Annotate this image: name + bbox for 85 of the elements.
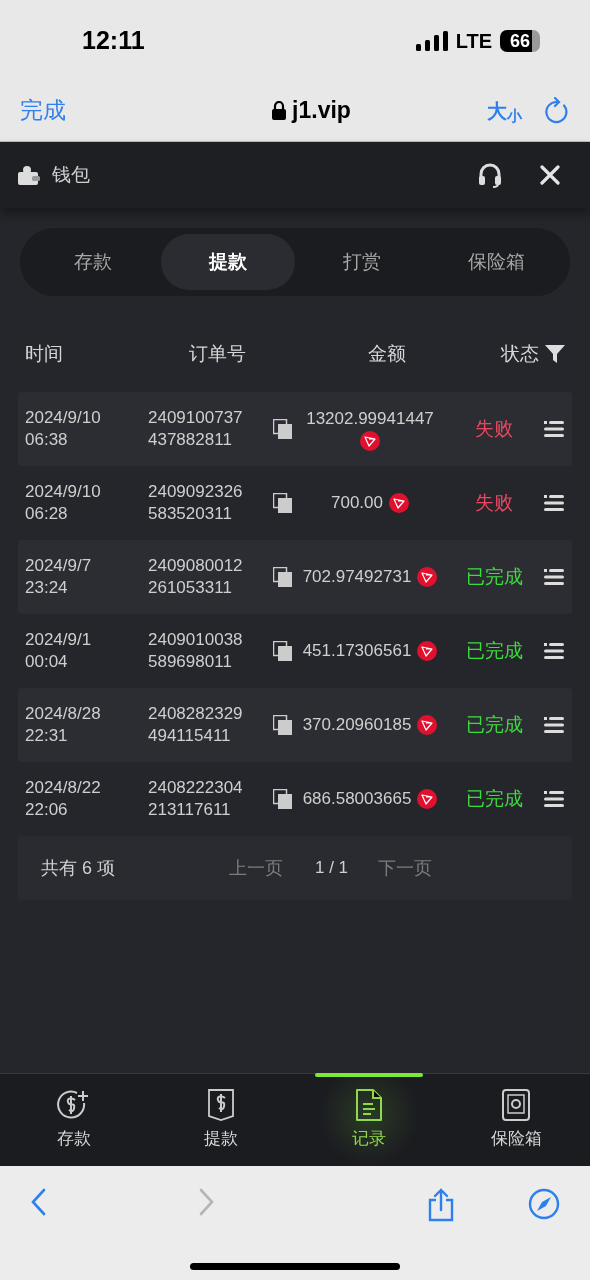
token-icon bbox=[389, 493, 409, 513]
compass-icon[interactable] bbox=[527, 1188, 560, 1220]
column-header: 订单号 bbox=[188, 341, 247, 366]
date-text: 2024/9/1 bbox=[25, 629, 93, 651]
time-text: 22:06 bbox=[25, 799, 69, 821]
copy-icon[interactable] bbox=[273, 493, 292, 513]
date-text: 2024/8/28 bbox=[25, 703, 102, 725]
filter-icon[interactable] bbox=[545, 345, 565, 363]
nav-tab[interactable]: 保险箱 bbox=[442, 1074, 590, 1166]
battery-indicator: 66 bbox=[500, 30, 540, 52]
tab[interactable]: 保险箱 bbox=[429, 234, 564, 290]
nav-icon bbox=[502, 1088, 531, 1122]
signal-icon bbox=[415, 31, 448, 51]
tab[interactable]: 存款 bbox=[26, 234, 161, 290]
list-menu-icon[interactable] bbox=[544, 569, 564, 585]
list-menu-icon[interactable] bbox=[544, 717, 564, 733]
order-number-text: 2409010038 bbox=[148, 629, 244, 651]
date-text: 2024/9/10 bbox=[25, 407, 102, 429]
amount-text: 702.97492731 bbox=[302, 566, 412, 588]
token-icon bbox=[360, 430, 380, 451]
status-text: 失败 bbox=[474, 490, 514, 515]
page-indicator: 1 / 1 bbox=[315, 857, 349, 880]
order-number-text: 213117611 bbox=[148, 799, 232, 821]
date-text: 2024/9/10 bbox=[25, 481, 102, 503]
amount-text: 13202.99941447 bbox=[306, 407, 434, 430]
nav-tab[interactable]: 存款 bbox=[0, 1074, 148, 1166]
amount-text: 700.00 bbox=[331, 492, 383, 514]
copy-icon[interactable] bbox=[273, 715, 292, 735]
wallet-title: 钱包 bbox=[52, 162, 90, 187]
copy-icon[interactable] bbox=[273, 567, 292, 587]
status-text: 已完成 bbox=[464, 712, 524, 737]
clock-time: 12:11 bbox=[82, 25, 145, 57]
amount-text: 686.58003665 bbox=[302, 788, 412, 810]
headset-icon[interactable] bbox=[478, 162, 502, 188]
token-icon bbox=[417, 567, 438, 587]
back-icon[interactable] bbox=[30, 1188, 46, 1216]
reload-icon[interactable] bbox=[544, 96, 570, 125]
amount-text: 451.17306561 bbox=[302, 640, 412, 662]
time-text: 06:28 bbox=[25, 503, 69, 525]
copy-icon[interactable] bbox=[273, 419, 292, 439]
copy-icon[interactable] bbox=[273, 789, 292, 809]
token-icon bbox=[417, 789, 438, 809]
order-number-text: 437882811 bbox=[148, 429, 233, 451]
order-number-text: 2409080012 bbox=[148, 555, 244, 577]
order-number-text: 261053311 bbox=[148, 577, 233, 599]
order-number-text: 2408282329 bbox=[148, 703, 244, 725]
order-number-text: 2409100737 bbox=[148, 407, 244, 429]
column-header: 金额 bbox=[367, 341, 407, 366]
time-text: 06:38 bbox=[25, 429, 69, 451]
tab[interactable]: 提款 bbox=[160, 234, 295, 290]
tab[interactable]: 打赏 bbox=[295, 234, 430, 290]
url-text[interactable]: j1.vip bbox=[292, 93, 351, 128]
date-text: 2024/9/7 bbox=[25, 555, 93, 577]
total-count: 共有 6 项 bbox=[41, 856, 116, 880]
status-text: 已完成 bbox=[464, 564, 524, 589]
close-icon[interactable] bbox=[540, 165, 560, 185]
status-text: 失败 bbox=[474, 416, 514, 441]
nav-tab[interactable]: 提款 bbox=[147, 1074, 295, 1166]
order-number-text: 2408222304 bbox=[148, 777, 244, 799]
order-number-text: 589698011 bbox=[148, 651, 233, 673]
list-menu-icon[interactable] bbox=[544, 791, 564, 807]
list-menu-icon[interactable] bbox=[544, 643, 564, 659]
column-header: 时间 bbox=[25, 341, 64, 366]
share-icon[interactable] bbox=[427, 1188, 456, 1222]
amount-text: 370.20960185 bbox=[302, 714, 412, 736]
token-icon bbox=[417, 715, 438, 735]
time-text: 00:04 bbox=[25, 651, 69, 673]
date-text: 2024/8/22 bbox=[25, 777, 102, 799]
status-text: 已完成 bbox=[464, 638, 524, 663]
list-menu-icon[interactable] bbox=[544, 421, 564, 437]
column-header: 状态 bbox=[501, 341, 539, 366]
order-number-text: 2409092326 bbox=[148, 481, 244, 503]
time-text: 23:24 bbox=[25, 577, 69, 599]
nav-icon bbox=[56, 1088, 91, 1122]
token-icon bbox=[417, 641, 438, 661]
order-number-text: 583520311 bbox=[148, 503, 233, 525]
time-text: 22:31 bbox=[25, 725, 69, 747]
status-text: 已完成 bbox=[464, 786, 524, 811]
network-label: LTE bbox=[455, 29, 492, 54]
list-menu-icon[interactable] bbox=[544, 495, 564, 511]
lock-icon bbox=[272, 101, 287, 120]
nav-icon bbox=[354, 1088, 383, 1122]
copy-icon[interactable] bbox=[273, 641, 292, 661]
wallet-icon bbox=[18, 165, 40, 185]
order-number-text: 494115411 bbox=[148, 725, 232, 747]
